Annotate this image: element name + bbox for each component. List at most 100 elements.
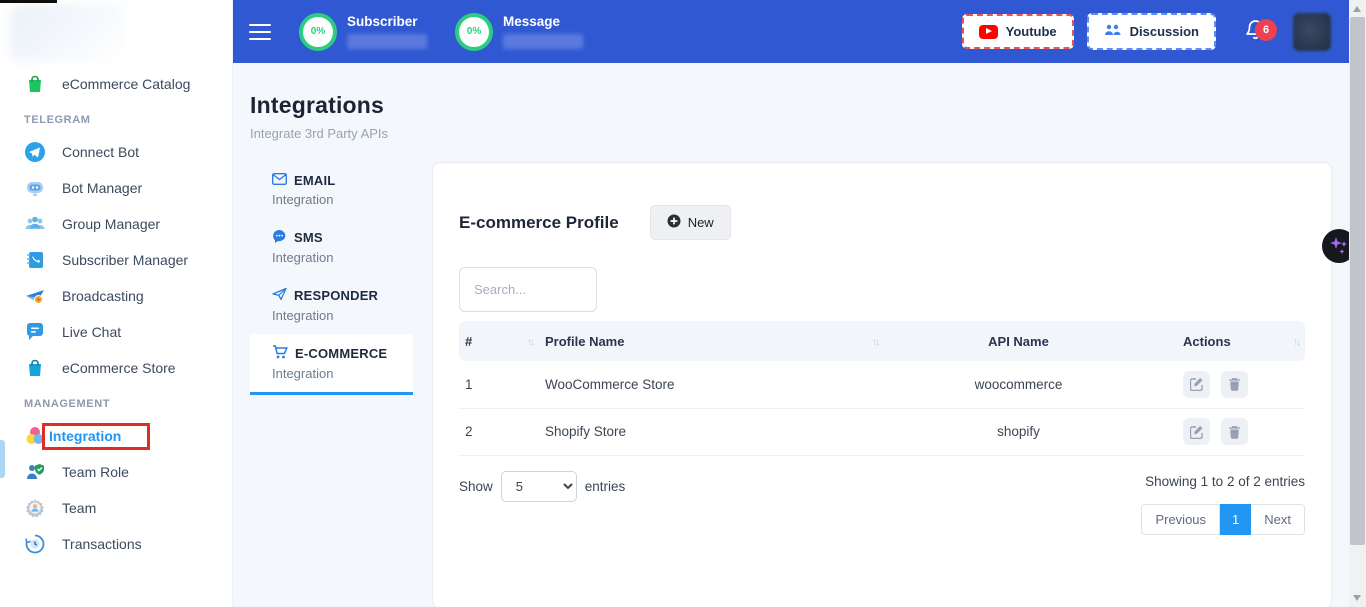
youtube-button[interactable]: Youtube xyxy=(962,14,1074,49)
history-clock-icon xyxy=(24,533,46,555)
vertical-scrollbar[interactable] xyxy=(1349,0,1366,607)
sidebar-item-broadcasting[interactable]: Broadcasting xyxy=(0,278,232,314)
address-book-phone-icon xyxy=(24,249,46,271)
top-header-bar: 0% Subscriber 0% Message Youtube Discuss… xyxy=(233,0,1349,63)
sidebar-item-subscriber-manager[interactable]: Subscriber Manager xyxy=(0,242,232,278)
scrollbar-down-arrow[interactable] xyxy=(1353,595,1361,601)
tab-subtitle: Integration xyxy=(272,192,413,207)
column-header-api-name[interactable]: API Name xyxy=(884,321,1153,361)
hamburger-menu-icon[interactable] xyxy=(249,19,271,45)
group-people-icon xyxy=(24,213,46,235)
sidebar: eCommerce Catalog TELEGRAM Connect Bot B… xyxy=(0,0,233,607)
tab-email-integration[interactable]: EMAIL Integration xyxy=(250,162,413,218)
row-number: 1 xyxy=(459,361,539,408)
sidebar-item-bot-manager[interactable]: Bot Manager xyxy=(0,170,232,206)
profile-name-cell: WooCommerce Store xyxy=(539,361,884,408)
plus-circle-icon xyxy=(667,214,681,231)
discussion-button-label: Discussion xyxy=(1130,24,1199,39)
sidebar-item-label: Transactions xyxy=(62,536,142,552)
tab-responder-integration[interactable]: RESPONDER Integration xyxy=(250,276,413,334)
subscriber-progress-ring: 0% xyxy=(299,13,337,51)
tab-title: EMAIL xyxy=(294,173,335,188)
tab-subtitle: Integration xyxy=(272,308,413,323)
edit-button[interactable] xyxy=(1183,371,1210,398)
entries-summary: Showing 1 to 2 of 2 entries xyxy=(1141,474,1305,489)
notifications-button[interactable]: 6 xyxy=(1244,18,1267,45)
sidebar-item-transactions[interactable]: Transactions xyxy=(0,526,232,562)
sidebar-item-team-role[interactable]: Team Role xyxy=(0,454,232,490)
tab-ecommerce-integration[interactable]: E-COMMERCE Integration xyxy=(250,334,413,395)
edit-button[interactable] xyxy=(1183,418,1210,445)
scrollbar-thumb[interactable] xyxy=(1350,17,1365,545)
pagination-page-1[interactable]: 1 xyxy=(1220,504,1251,535)
cart-icon xyxy=(272,345,288,362)
robot-icon xyxy=(24,177,46,199)
role-shield-icon xyxy=(24,461,46,483)
sidebar-item-integration[interactable]: Integration xyxy=(0,418,232,454)
sidebar-item-label: Bot Manager xyxy=(62,180,142,196)
sidebar-section-management: MANAGEMENT xyxy=(0,386,232,418)
sparkles-icon xyxy=(1327,234,1351,258)
row-number: 2 xyxy=(459,408,539,455)
new-profile-button[interactable]: New xyxy=(650,205,731,240)
pagination: Previous 1 Next xyxy=(1141,504,1305,535)
sort-icon[interactable] xyxy=(872,337,878,348)
sidebar-item-ecommerce-catalog[interactable]: eCommerce Catalog xyxy=(0,66,232,102)
tab-title: RESPONDER xyxy=(294,288,378,303)
search-input[interactable] xyxy=(459,267,597,312)
column-header-profile-name[interactable]: Profile Name xyxy=(539,321,884,361)
table-row: 2 Shopify Store shopify xyxy=(459,408,1305,455)
sort-icon[interactable] xyxy=(527,337,533,348)
delete-button[interactable] xyxy=(1221,371,1248,398)
column-header-number[interactable]: # xyxy=(459,321,539,361)
integration-subnav: EMAIL Integration SMS Integration RESPON… xyxy=(250,162,413,395)
gear-person-icon xyxy=(24,497,46,519)
discussion-button[interactable]: Discussion xyxy=(1087,13,1216,50)
sidebar-item-team[interactable]: Team xyxy=(0,490,232,526)
sidebar-item-group-manager[interactable]: Group Manager xyxy=(0,206,232,242)
pagination-previous[interactable]: Previous xyxy=(1141,504,1220,535)
tab-subtitle: Integration xyxy=(272,366,413,381)
sidebar-item-label: Live Chat xyxy=(62,324,121,340)
sidebar-item-live-chat[interactable]: Live Chat xyxy=(0,314,232,350)
tab-title: SMS xyxy=(294,230,323,245)
page-size-select[interactable]: 5 xyxy=(501,471,577,502)
panel-title: E-commerce Profile xyxy=(459,213,619,233)
youtube-icon xyxy=(979,25,998,39)
broadcast-plane-icon xyxy=(24,285,46,307)
scrollbar-up-arrow[interactable] xyxy=(1353,6,1361,12)
edit-pencil-icon xyxy=(1190,377,1204,391)
notification-count-badge: 6 xyxy=(1255,19,1277,41)
tab-sms-integration[interactable]: SMS Integration xyxy=(250,218,413,276)
message-stat: 0% Message xyxy=(455,13,583,51)
sidebar-item-ecommerce-store[interactable]: eCommerce Store xyxy=(0,350,232,386)
tab-title: E-COMMERCE xyxy=(295,346,387,361)
app-logo-blurred xyxy=(10,4,125,62)
sms-bubble-icon xyxy=(272,229,287,246)
sidebar-item-connect-bot[interactable]: Connect Bot xyxy=(0,134,232,170)
pagination-next[interactable]: Next xyxy=(1251,504,1305,535)
user-avatar[interactable] xyxy=(1293,13,1331,51)
window-edge-strip xyxy=(0,0,57,3)
sidebar-item-label: Subscriber Manager xyxy=(62,252,188,268)
main-content: Integrations Integrate 3rd Party APIs EM… xyxy=(233,63,1349,607)
youtube-button-label: Youtube xyxy=(1006,24,1057,39)
annotation-red-box: Integration xyxy=(42,423,150,450)
column-header-actions[interactable]: Actions xyxy=(1153,321,1305,361)
sidebar-item-label: Group Manager xyxy=(62,216,160,232)
table-header-row: # Profile Name API Name Actions xyxy=(459,321,1305,361)
subscriber-count-redacted xyxy=(347,34,427,49)
ecommerce-profile-card: E-commerce Profile New # Profile Name AP… xyxy=(432,162,1332,607)
subscriber-stat-label: Subscriber xyxy=(347,14,427,29)
sidebar-item-label: Broadcasting xyxy=(62,288,144,304)
sidebar-item-label: eCommerce Store xyxy=(62,360,176,376)
sidebar-item-label: Team Role xyxy=(62,464,129,480)
chat-bubble-icon xyxy=(24,321,46,343)
table-row: 1 WooCommerce Store woocommerce xyxy=(459,361,1305,408)
profile-name-cell: Shopify Store xyxy=(539,408,884,455)
delete-button[interactable] xyxy=(1221,418,1248,445)
tab-subtitle: Integration xyxy=(272,250,413,265)
sort-icon[interactable] xyxy=(1293,337,1299,348)
api-name-cell: woocommerce xyxy=(884,361,1153,408)
page-title: Integrations xyxy=(250,92,1332,119)
